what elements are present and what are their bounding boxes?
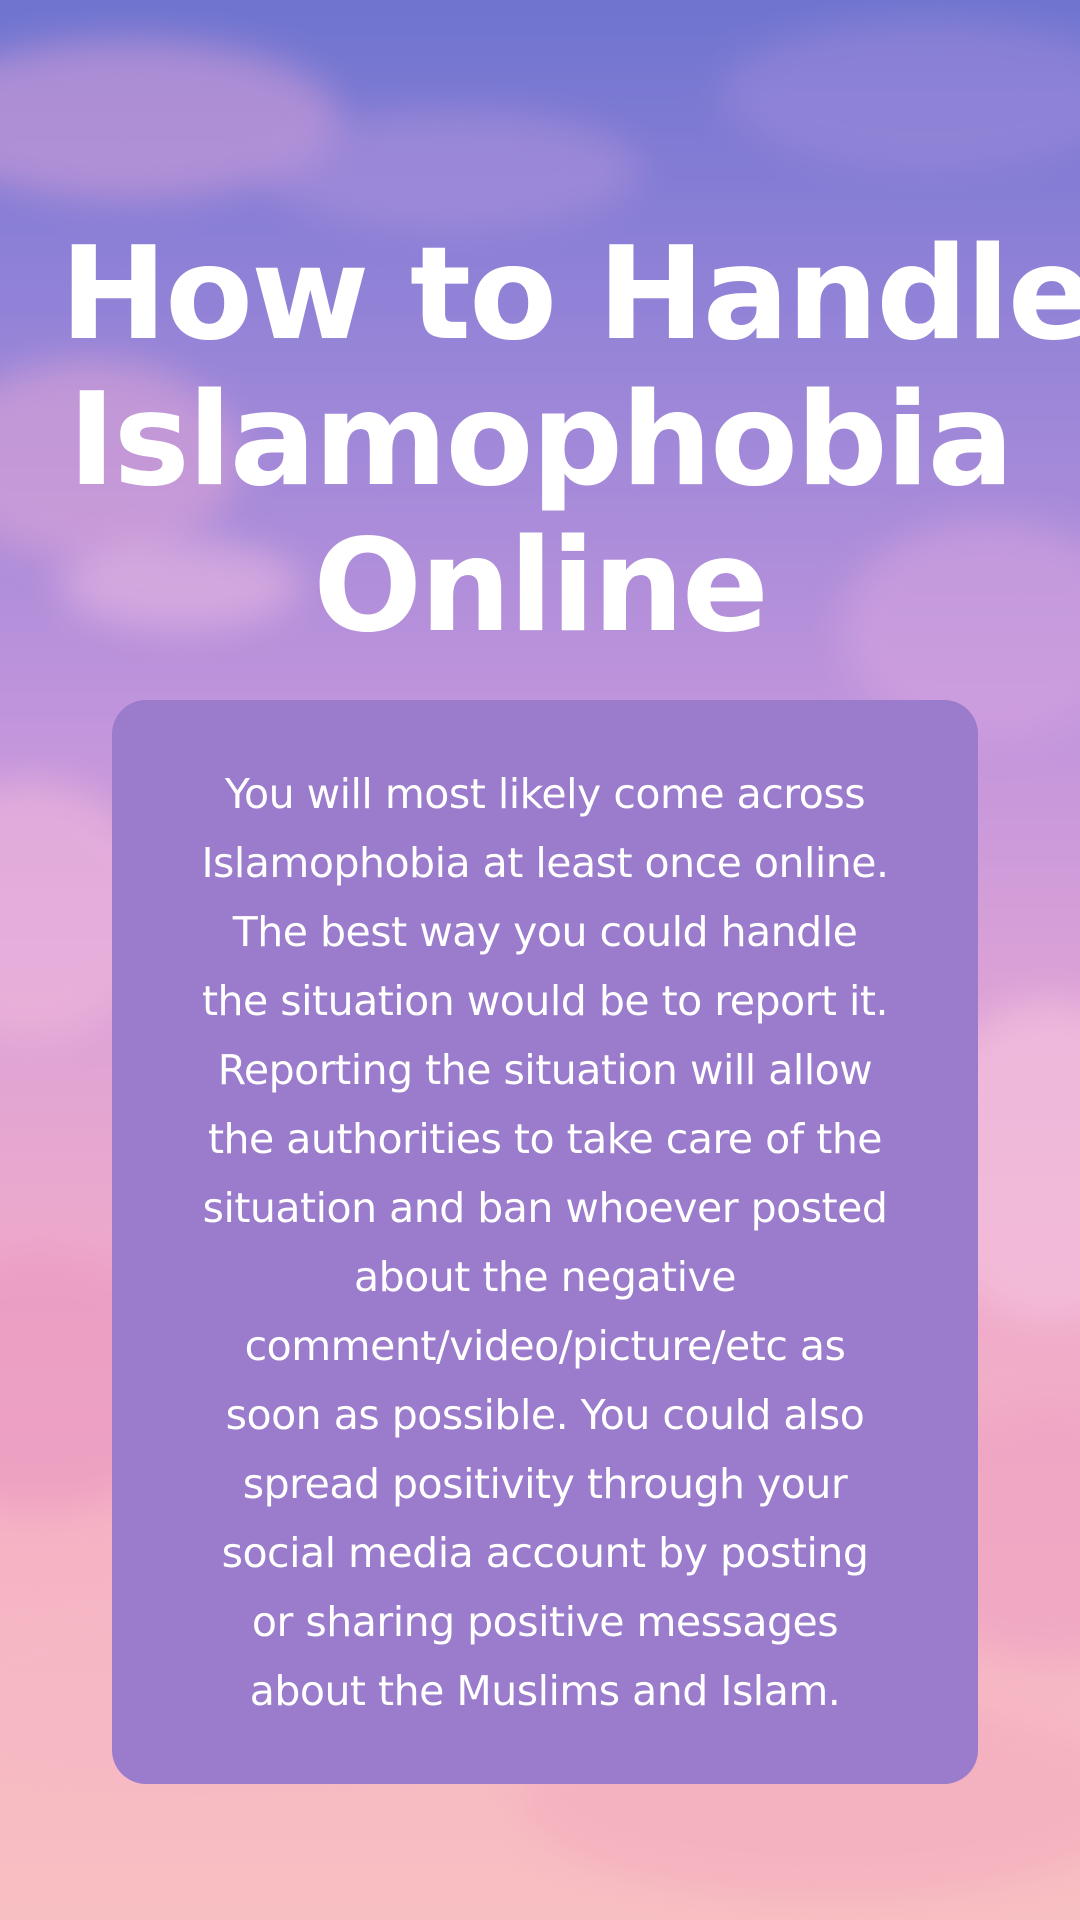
body-line: You will most likely come across [224,770,866,818]
body-line: The best way you could handle [232,908,858,956]
body-line: the authorities to take care of the [207,1115,883,1163]
title-line-3: Online [313,512,769,661]
body-line: Reporting the situation will allow [217,1046,873,1094]
cloud [720,20,1080,170]
body-line: or sharing positive messages [251,1598,839,1646]
page-title: How to Handle Islamophobia Online [60,220,1080,661]
body-line: social media account by posting [221,1529,869,1577]
title-line-2: Islamophobia [68,366,1014,515]
body-line: about the negative [354,1253,736,1301]
cloud [260,110,640,230]
title-line-1: How to Handle [60,220,1080,369]
body-text: You will most likely come across Islamop… [112,760,978,1726]
body-line: the situation would be to report it. [201,977,889,1025]
body-line: situation and ban whoever posted [202,1184,888,1232]
body-line: spread positivity through your [242,1460,848,1508]
content-card: You will most likely come across Islamop… [112,700,978,1784]
body-line: about the Muslims and Islam. [249,1667,841,1715]
body-line: comment/video/picture/etc as [244,1322,846,1370]
body-line: Islamophobia at least once online. [201,839,889,887]
body-line: soon as possible. You could also [225,1391,865,1439]
